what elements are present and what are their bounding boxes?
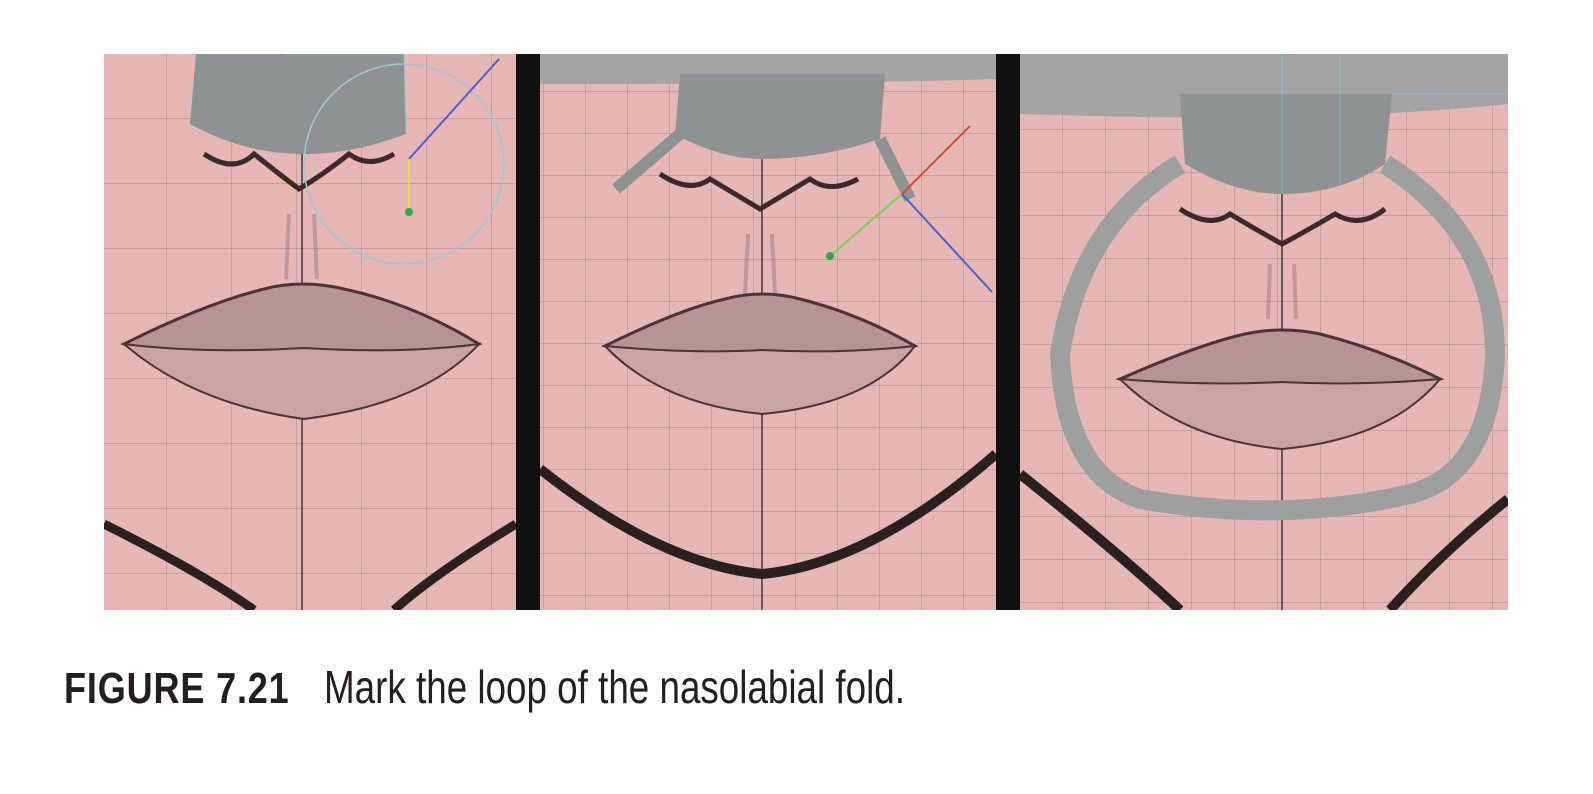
figure-caption: FIGURE 7.21 Mark the loop of the nasolab… xyxy=(64,660,1050,730)
figure-image xyxy=(104,54,1508,610)
panel-3-render xyxy=(1020,54,1508,610)
figure-caption-text: Mark the loop of the nasolabial fold. xyxy=(324,661,905,713)
figure-label: FIGURE 7.21 xyxy=(64,664,290,713)
panel-3 xyxy=(1020,54,1508,610)
panel-2 xyxy=(540,54,996,610)
nose-mesh xyxy=(675,74,885,159)
panel-2-render xyxy=(540,54,996,610)
panel-1 xyxy=(104,54,516,610)
panel-1-render xyxy=(104,54,516,610)
